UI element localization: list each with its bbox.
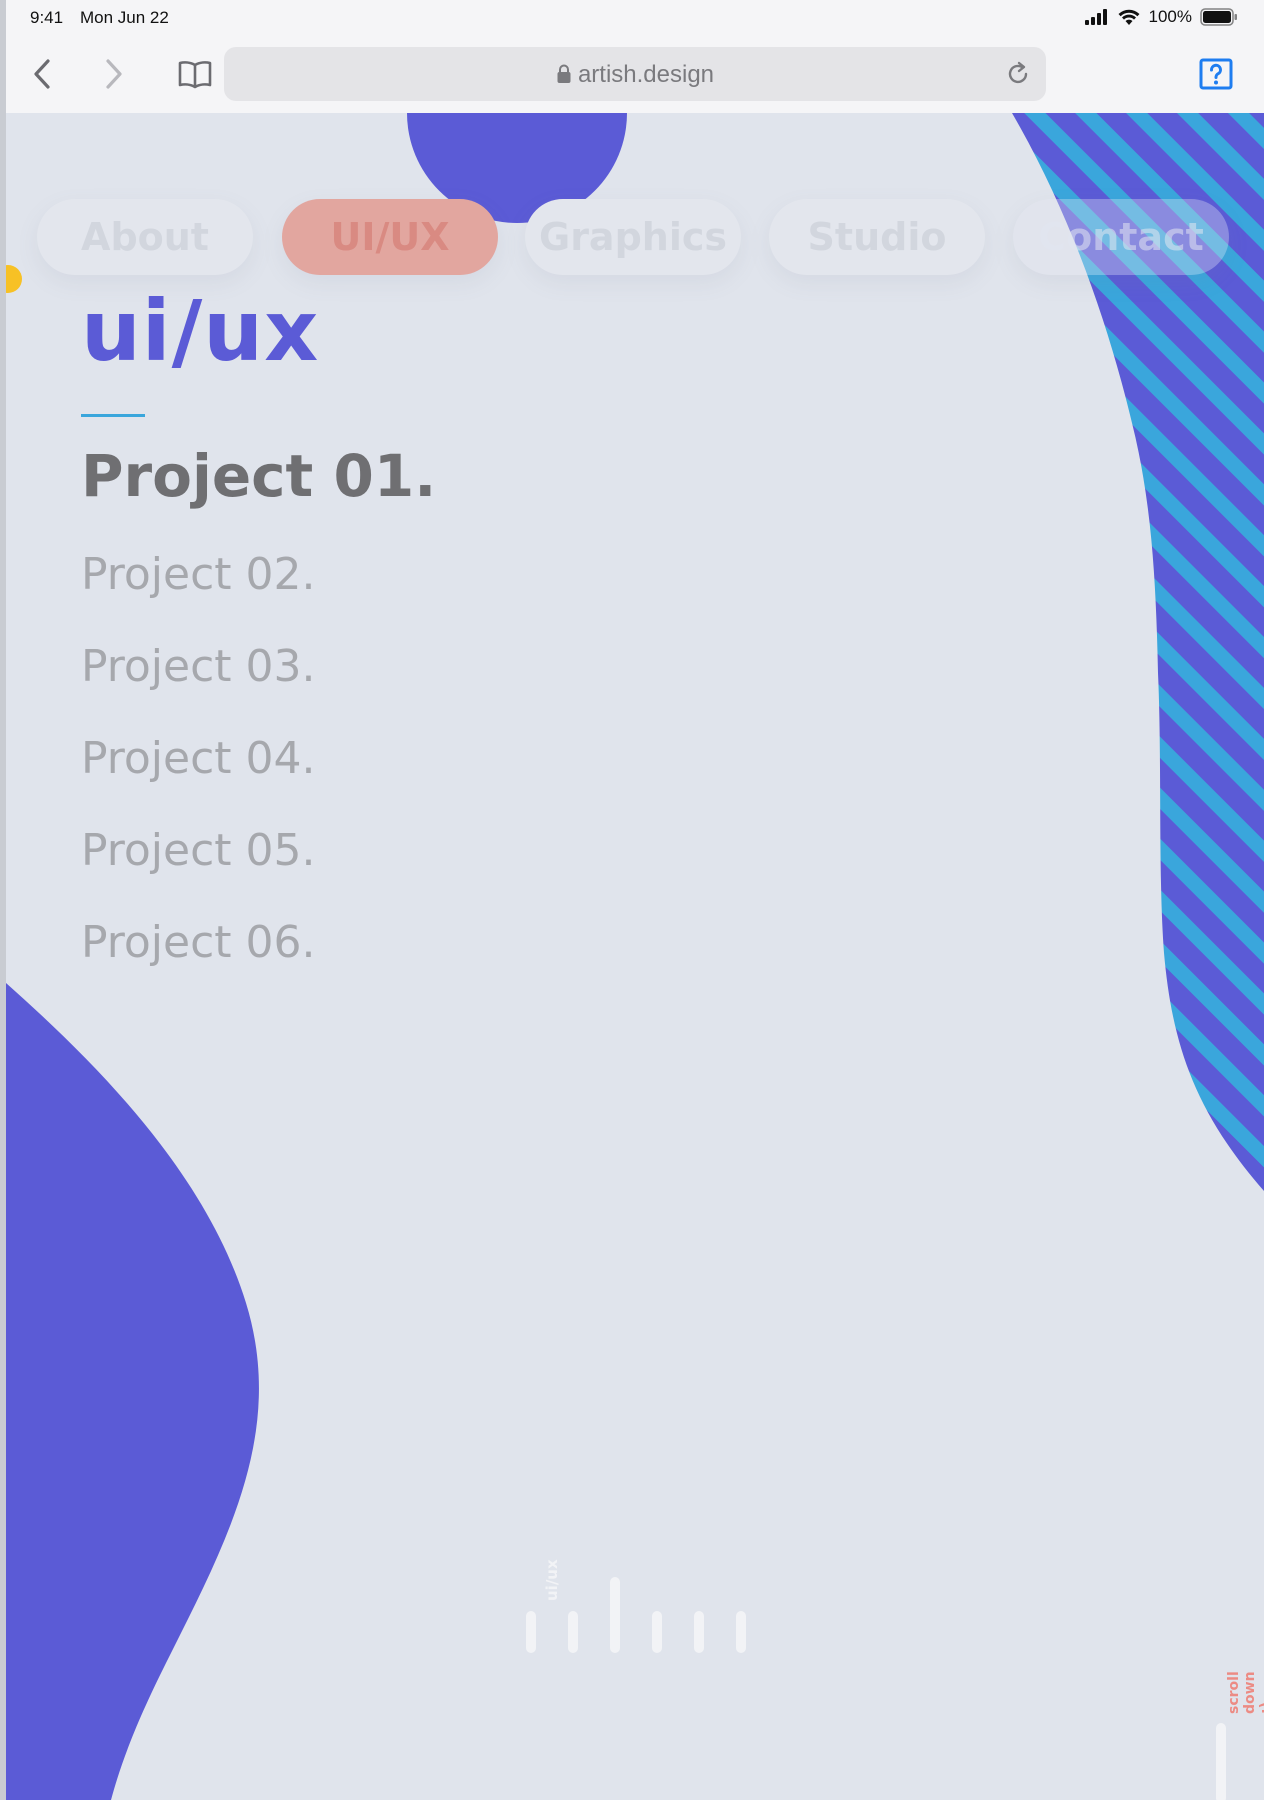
reload-icon[interactable] [1004,60,1032,88]
status-bar: 9:41 Mon Jun 22 100% [0,0,1264,36]
indicator-tick[interactable] [526,1611,536,1653]
status-date: Mon Jun 22 [80,8,169,27]
forward-icon [106,59,122,89]
bottom-left-blob-shape [6,983,259,1800]
project-item-06[interactable]: Project 06. [81,921,316,965]
battery-icon [1200,8,1237,26]
title-underline [81,414,145,417]
project-item-03[interactable]: Project 03. [81,645,316,689]
battery-percent: 100% [1148,7,1192,26]
section-indicator [526,1543,756,1653]
project-item-05[interactable]: Project 05. [81,829,316,873]
web-page: About UI/UX Graphics Studio Contact ui/u… [6,113,1264,1800]
project-item-02[interactable]: Project 02. [81,553,316,597]
forward-button[interactable] [94,54,134,94]
help-icon [1199,58,1233,90]
scroll-progress-bar [1216,1723,1226,1800]
nav-studio[interactable]: Studio [769,199,985,275]
signal-icon [1084,9,1107,25]
scroll-hint: scroll down :) [1226,1671,1264,1714]
nav-about[interactable]: About [37,199,253,275]
bookmarks-button[interactable] [175,54,215,94]
bookmarks-icon [178,61,212,89]
status-right: 100% [1084,7,1238,27]
wifi-icon [1118,9,1140,25]
indicator-tick[interactable] [736,1611,746,1653]
indicator-tick[interactable] [694,1611,704,1653]
status-time: 9:41 [30,8,64,27]
help-button[interactable] [1196,54,1236,94]
nav-uiux[interactable]: UI/UX [282,199,498,275]
url-text: artish.design [577,61,715,88]
project-item-04[interactable]: Project 04. [81,737,316,781]
indicator-tick[interactable] [568,1611,578,1653]
address-text-wrap: artish.design [224,61,1046,89]
section-title: ui/ux [81,282,320,380]
address-bar[interactable]: artish.design [224,47,1046,101]
nav-contact[interactable]: Contact [1013,199,1229,275]
indicator-tick[interactable] [652,1611,662,1653]
window-edge [0,0,6,1800]
nav-graphics[interactable]: Graphics [525,199,741,275]
project-item-01[interactable]: Project 01. [81,447,436,505]
browser-toolbar: artish.design [0,36,1264,113]
back-icon [34,59,50,89]
back-button[interactable] [22,54,62,94]
indicator-tick-active[interactable] [610,1577,620,1653]
lock-icon [557,64,571,83]
